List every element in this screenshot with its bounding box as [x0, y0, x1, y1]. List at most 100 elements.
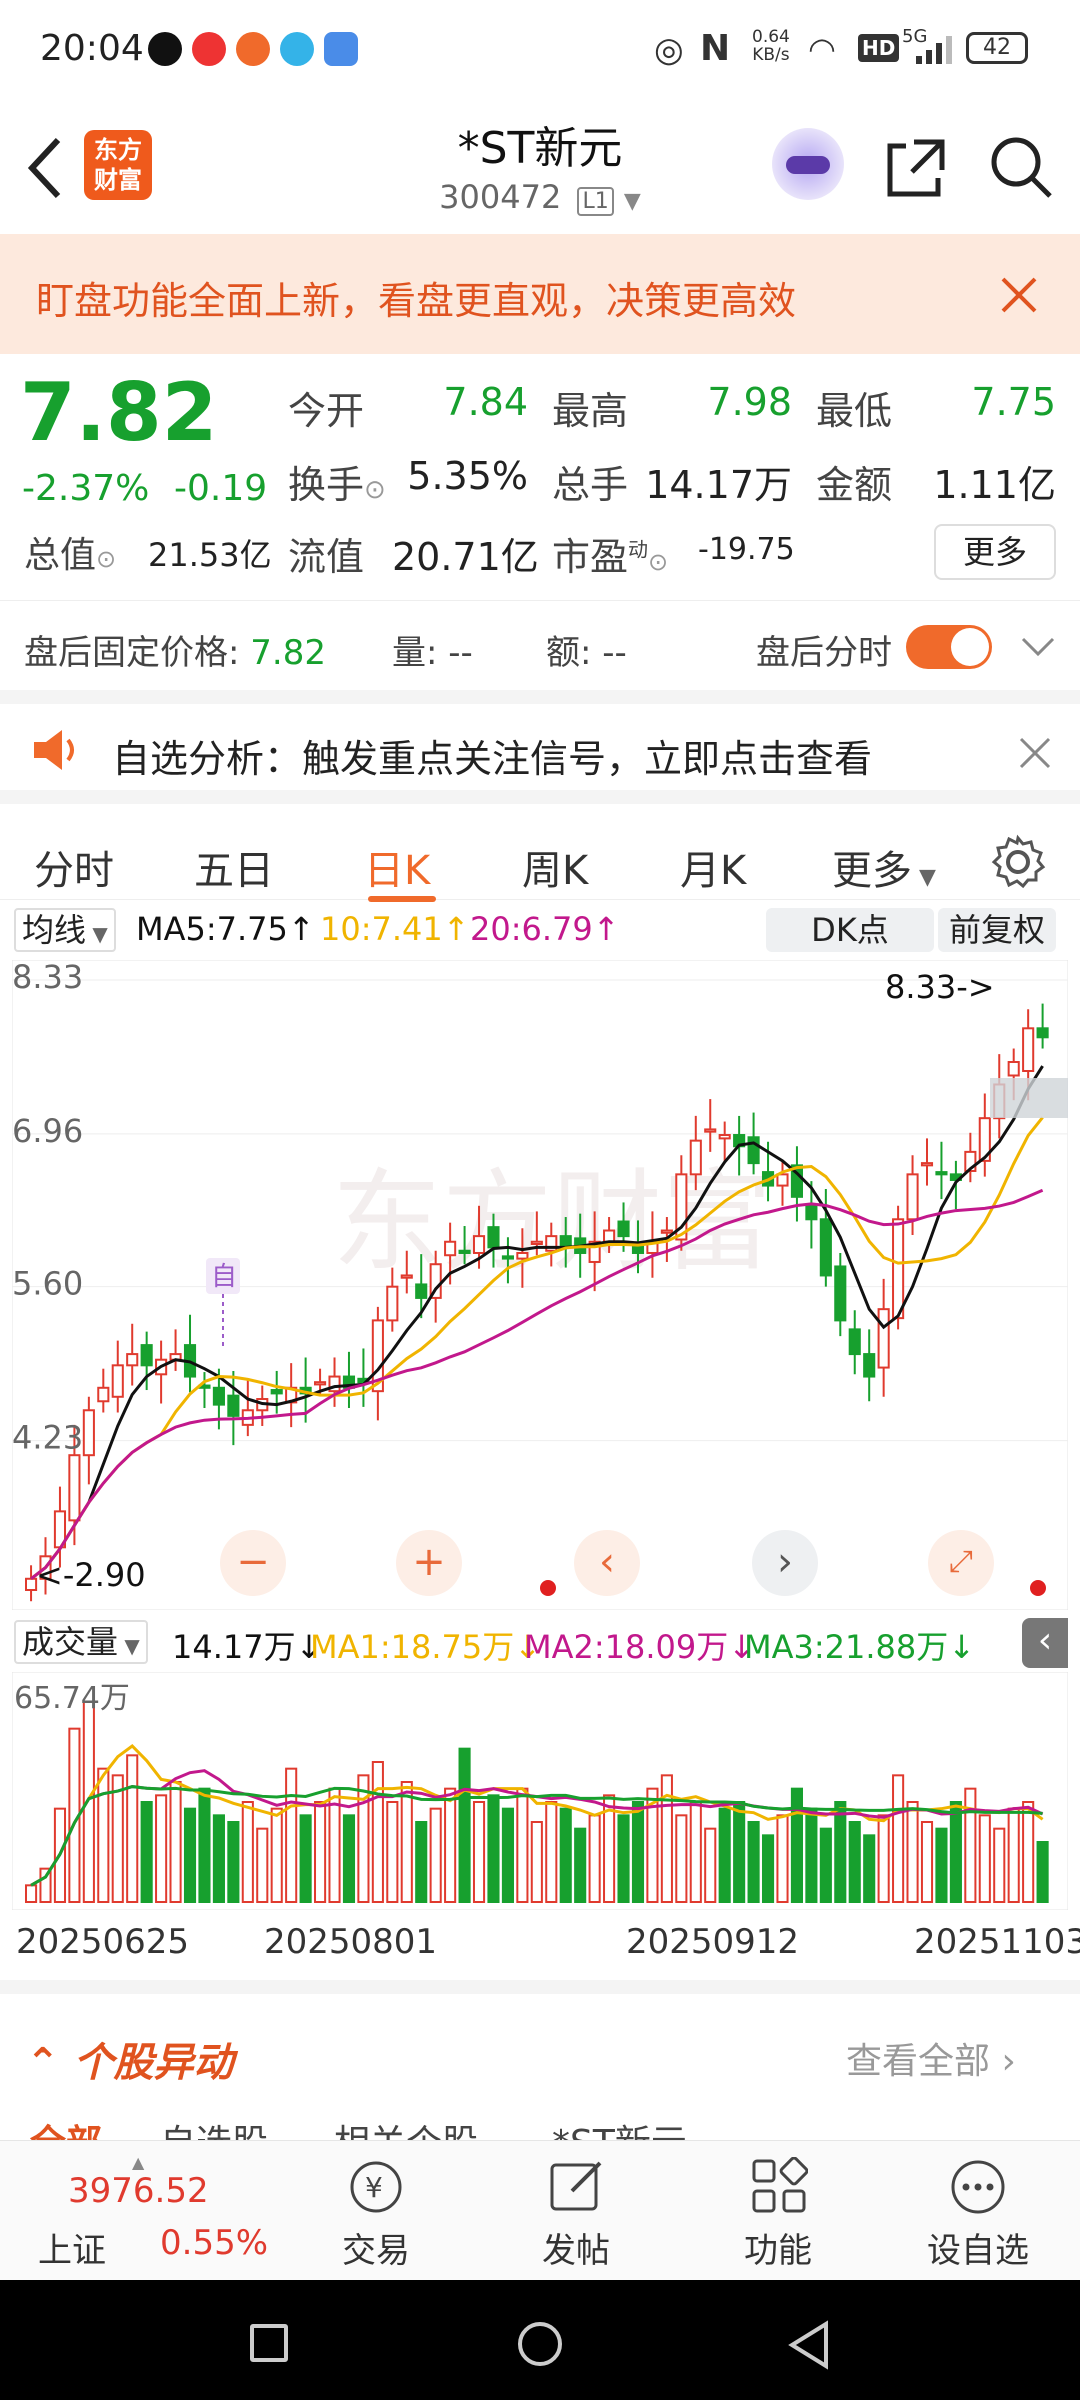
- tab-more[interactable]: 更多 ▼: [832, 838, 936, 896]
- collapse-panel-button[interactable]: ‹: [1022, 1618, 1068, 1668]
- volume-bar: [530, 1821, 543, 1903]
- index-name: 上证: [38, 2231, 106, 2271]
- volume-bar: [429, 1807, 442, 1904]
- volume-bar: [906, 1801, 919, 1903]
- zoom-out-button[interactable]: −: [220, 1530, 286, 1596]
- amount-label: 金额: [816, 463, 893, 507]
- dk-point-button[interactable]: DK点: [766, 908, 934, 952]
- after-hours-toggle[interactable]: [906, 625, 992, 669]
- ai-assistant-icon[interactable]: [772, 128, 844, 200]
- indicator-selector[interactable]: 均线 ▼: [14, 908, 116, 952]
- max-marker: 8.33->: [885, 968, 995, 1006]
- trade-button[interactable]: ¥ 交易: [276, 2141, 476, 2281]
- candle-body: [920, 1162, 934, 1167]
- add-watchlist-button[interactable]: 设自选: [878, 2141, 1078, 2281]
- candle-body: [718, 1134, 731, 1140]
- candle-body: [487, 1226, 500, 1249]
- app-icon-video: [192, 32, 226, 66]
- low-label: 最低: [816, 389, 893, 433]
- movement-title[interactable]: ⌃ 个股异动: [26, 2030, 233, 2088]
- candle-body: [1022, 1027, 1035, 1072]
- volume-bar: [863, 1834, 876, 1903]
- open-value: 7.84: [443, 380, 528, 424]
- volume-bar: [733, 1801, 746, 1903]
- chart-tabs: 分时 五日 日K 周K 月K 更多 ▼: [0, 790, 1080, 902]
- candle-body: [863, 1353, 876, 1378]
- volume-bar: [155, 1794, 168, 1903]
- volume-bar: [949, 1801, 962, 1903]
- volume-bar: [183, 1807, 197, 1904]
- candle-body: [892, 1218, 905, 1320]
- volume-value: 14.17万: [645, 463, 792, 507]
- candle-body: [530, 1240, 543, 1245]
- candle-body: [212, 1386, 225, 1406]
- candle-body: [747, 1136, 760, 1165]
- index-value[interactable]: 3976.52: [68, 2171, 209, 2211]
- date-label: 20250625: [16, 1922, 190, 1962]
- volume-bar: [487, 1794, 500, 1903]
- volume-bar: [198, 1787, 211, 1903]
- after-hours-row: 盘后固定价格: 7.82 量: -- 额: -- 盘后分时: [0, 600, 1080, 690]
- recent-apps-icon[interactable]: [250, 2324, 288, 2362]
- view-all-link[interactable]: 查看全部 ›: [846, 2032, 1016, 2084]
- gear-icon[interactable]: [990, 834, 1046, 890]
- candle-body: [819, 1218, 832, 1277]
- vol-ma2: MA2:18.09万↓: [524, 1628, 756, 1666]
- candle-body: [1007, 1061, 1020, 1077]
- after-volume: 量: --: [392, 633, 473, 673]
- adjust-button[interactable]: 前复权: [938, 908, 1056, 952]
- volume-bar: [501, 1807, 514, 1904]
- tab-weekly-k[interactable]: 周K: [522, 838, 588, 896]
- volume-bar: [747, 1821, 760, 1903]
- close-icon[interactable]: [1018, 736, 1052, 770]
- chevron-down-icon[interactable]: [1020, 635, 1056, 659]
- info-icon[interactable]: ⊙: [364, 475, 386, 505]
- tab-monthly-k[interactable]: 月K: [680, 838, 746, 896]
- tab-daily-k[interactable]: 日K: [364, 838, 430, 896]
- prev-button[interactable]: ‹: [574, 1530, 640, 1596]
- candle-body: [689, 1139, 702, 1176]
- home-icon[interactable]: [518, 2322, 562, 2366]
- volume-indicator-selector[interactable]: 成交量 ▼: [14, 1620, 148, 1664]
- volume-bar: [386, 1801, 399, 1903]
- volume-bar: [357, 1774, 370, 1903]
- tab-intraday[interactable]: 分时: [34, 838, 114, 896]
- info-icon[interactable]: ⊙: [648, 548, 668, 576]
- info-icon[interactable]: ⊙: [96, 545, 116, 573]
- volume-bar: [270, 1807, 283, 1904]
- alert-bar[interactable]: 自选分析：触发重点关注信号，立即点击查看: [0, 690, 1080, 790]
- volume-bar: [256, 1827, 269, 1904]
- kline-chart[interactable]: 东方财富 8.33 6.96 5.60 4.23 8.33-> <-2.90 自: [12, 960, 1068, 1610]
- close-icon[interactable]: [1000, 276, 1038, 314]
- function-button[interactable]: 功能: [678, 2141, 878, 2281]
- volume-bar: [675, 1814, 688, 1903]
- candle-body: [516, 1251, 529, 1260]
- tab-five-day[interactable]: 五日: [194, 838, 274, 896]
- fullscreen-icon[interactable]: ⤢: [928, 1530, 994, 1596]
- change-pct: -2.37%: [22, 468, 150, 509]
- volume-chart[interactable]: 65.74万: [12, 1672, 1068, 1910]
- zoom-in-button[interactable]: +: [396, 1530, 462, 1596]
- share-icon[interactable]: [884, 136, 948, 200]
- y-tick-label: 5.60: [12, 1265, 83, 1303]
- status-bar: 20:04 ◎ N 0.64 KB/s ◠ HD 5G 42: [0, 0, 1080, 100]
- candle-body: [270, 1389, 283, 1395]
- candle-body: [97, 1386, 110, 1403]
- volume-bar: [718, 1807, 731, 1904]
- back-nav-icon[interactable]: [786, 2320, 832, 2370]
- next-button[interactable]: ›: [752, 1530, 818, 1596]
- pe-label: 市盈动⊙: [552, 535, 669, 579]
- hd-icon: HD: [858, 34, 900, 62]
- volume-value: 14.17万↓: [172, 1628, 323, 1666]
- vol-ma3: MA3:21.88万↓: [744, 1628, 976, 1666]
- app-icon-app: [324, 32, 358, 66]
- volume-bar: [588, 1814, 601, 1903]
- search-icon[interactable]: [988, 134, 1054, 200]
- promo-banner[interactable]: 盯盘功能全面上新，看盘更直观，决策更高效: [0, 234, 1080, 354]
- level-badge: L1: [577, 187, 614, 216]
- more-button[interactable]: 更多: [934, 524, 1056, 580]
- y-tick-label: 8.33: [12, 960, 83, 996]
- alert-dot: [540, 1580, 556, 1596]
- volume-bar: [978, 1814, 991, 1903]
- post-button[interactable]: 发帖: [476, 2141, 676, 2281]
